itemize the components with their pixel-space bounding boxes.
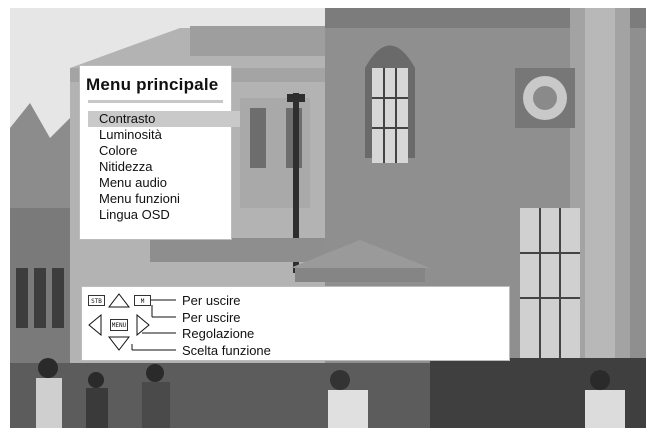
menu-item-luminosita[interactable]: Luminosità (88, 127, 240, 143)
hint-label-select-function: Scelta funzione (182, 343, 271, 358)
left-arrow-icon (88, 314, 102, 336)
up-arrow-icon (108, 293, 130, 308)
menu-title: Menu principale (86, 75, 219, 94)
menu-item-contrasto[interactable]: Contrasto (88, 111, 240, 127)
tv-screen: Menu principale Contrasto Luminosità Col… (0, 0, 656, 435)
menu-item-lingua-osd[interactable]: Lingua OSD (88, 207, 240, 223)
menu-list: Contrasto Luminosità Colore Nitidezza Me… (88, 111, 240, 223)
hint-label-adjust: Regolazione (182, 326, 255, 341)
hint-label-exit-standby: Per uscire (182, 293, 241, 308)
standby-key: STB (88, 295, 105, 306)
menu-center-key: MENU (110, 319, 128, 331)
menu-small-key: M (134, 295, 151, 306)
hint-label-exit-menu: Per uscire (182, 310, 241, 325)
control-hint-panel: STB M MENU Per uscire Per uscire Regolaz… (81, 286, 510, 361)
menu-item-nitidezza[interactable]: Nitidezza (88, 159, 240, 175)
menu-item-colore[interactable]: Colore (88, 143, 240, 159)
main-menu-panel: Menu principale Contrasto Luminosità Col… (79, 65, 240, 240)
menu-title-divider (88, 100, 223, 103)
right-arrow-icon (136, 314, 150, 336)
down-arrow-icon (108, 336, 130, 351)
menu-item-menu-audio[interactable]: Menu audio (88, 175, 240, 191)
menu-item-menu-funzioni[interactable]: Menu funzioni (88, 191, 240, 207)
